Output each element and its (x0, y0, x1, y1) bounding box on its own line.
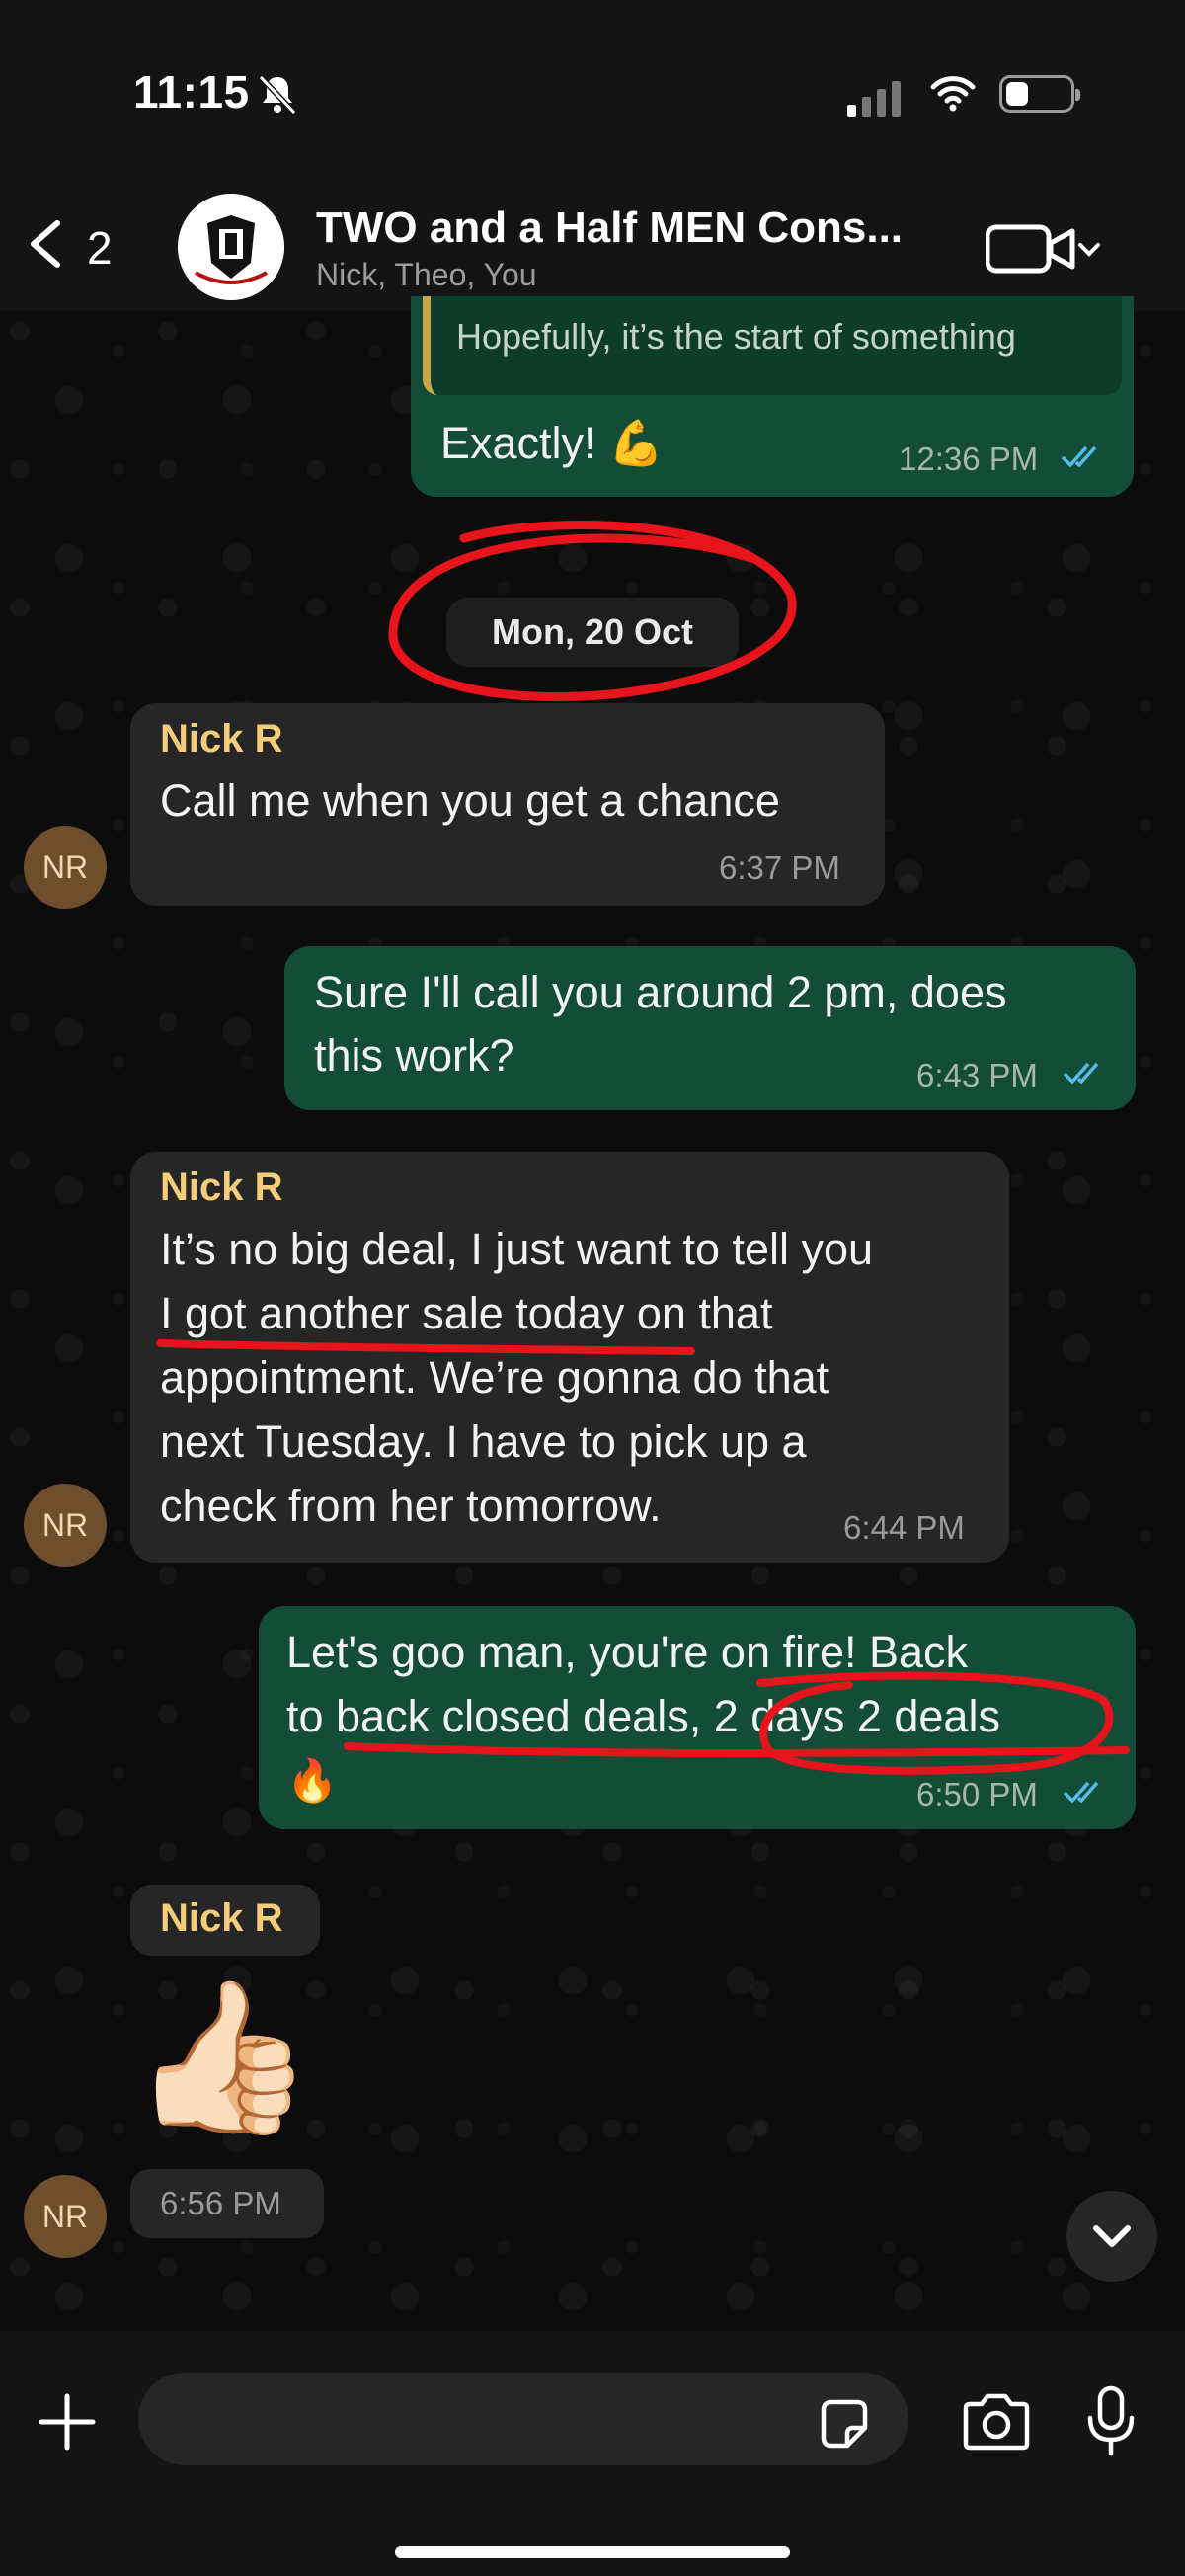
sender-name-pill: Nick R (130, 1885, 320, 1956)
message-text: this work? (314, 1030, 514, 1081)
message-bubble-outgoing[interactable]: Hopefully, it’s the start of something E… (411, 296, 1134, 497)
sender-avatar[interactable]: NR (24, 2175, 107, 2258)
message-time: 6:37 PM (719, 849, 840, 886)
bell-slash-icon (258, 74, 297, 116)
message-bubble-outgoing[interactable]: Sure I'll call you around 2 pm, does thi… (284, 946, 1136, 1110)
read-receipt-icon (1063, 1781, 1099, 1804)
sender-name[interactable]: Nick R (160, 717, 283, 762)
battery-icon (999, 75, 1080, 113)
message-time: 6:56 PM (160, 2185, 281, 2221)
date-separator: Mon, 20 Oct (446, 598, 739, 667)
video-call-icon[interactable] (986, 219, 1104, 277)
message-text: I got another sale today on that (160, 1288, 773, 1338)
message-text: Let's goo man, you're on fire! Back (286, 1627, 969, 1677)
message-bubble-incoming[interactable]: Nick R Call me when you get a chance 6:3… (130, 703, 885, 906)
unread-count[interactable]: 2 (87, 221, 113, 275)
message-text: appointment. We’re gonna do that (160, 1352, 830, 1403)
message-time: 6:44 PM (843, 1509, 965, 1546)
camera-icon[interactable] (960, 2392, 1033, 2452)
message-text: Call me when you get a chance (160, 775, 780, 826)
quoted-text: Hopefully, it’s the start of something (456, 316, 1016, 357)
sender-avatar[interactable]: NR (24, 826, 107, 909)
fire-emoji: 🔥 (286, 1757, 339, 1804)
chat-title[interactable]: TWO and a Half MEN Cons... (316, 203, 903, 253)
message-text: to back closed deals, 2 days 2 deals (286, 1691, 1000, 1741)
message-input[interactable] (138, 2373, 908, 2465)
message-text: next Tuesday. I have to pick up a (160, 1416, 807, 1467)
group-avatar[interactable] (178, 194, 284, 300)
quoted-reply[interactable]: Hopefully, it’s the start of something (423, 296, 1122, 395)
emoji-time-pill: 6:56 PM (130, 2169, 324, 2238)
chevron-down-icon (1093, 2225, 1131, 2247)
microphone-icon[interactable] (1084, 2384, 1138, 2459)
status-bar: 11:15 (0, 0, 1185, 178)
back-chevron-icon[interactable] (22, 217, 71, 272)
message-time: 12:36 PM (899, 441, 1039, 477)
group-logo-icon (178, 194, 284, 300)
message-time: 6:43 PM (916, 1057, 1038, 1093)
message-time: 6:50 PM (916, 1776, 1038, 1812)
sender-avatar[interactable]: NR (24, 1484, 107, 1567)
sender-name[interactable]: Nick R (160, 1166, 283, 1210)
chat-members[interactable]: Nick, Theo, You (316, 257, 537, 293)
message-text: Sure I'll call you around 2 pm, does (314, 967, 1007, 1017)
sender-name[interactable]: Nick R (160, 1896, 283, 1941)
read-receipt-icon (1063, 1062, 1099, 1085)
message-composer (0, 2331, 1185, 2576)
wifi-icon (930, 76, 976, 112)
battery-level (1006, 82, 1028, 106)
chat-header: 2 TWO and a Half MEN Cons... Nick, Theo,… (0, 178, 1185, 311)
message-bubble-outgoing[interactable]: Let's goo man, you're on fire! Back to b… (259, 1606, 1136, 1829)
status-time: 11:15 (133, 66, 250, 118)
message-text: Exactly! 💪 (440, 418, 665, 468)
scroll-to-bottom-button[interactable] (1066, 2191, 1157, 2282)
emoji-message[interactable]: 👍🏻 (130, 1968, 315, 2145)
message-bubble-incoming[interactable]: Nick R It’s no big deal, I just want to … (130, 1152, 1009, 1563)
message-text: It’s no big deal, I just want to tell yo… (160, 1224, 874, 1274)
home-indicator (395, 2546, 790, 2558)
message-text: check from her tomorrow. (160, 1481, 662, 1531)
read-receipt-icon (1061, 445, 1097, 468)
plus-icon[interactable] (36, 2390, 99, 2454)
cellular-signal-icon (847, 77, 907, 117)
sticker-icon[interactable] (816, 2396, 873, 2454)
